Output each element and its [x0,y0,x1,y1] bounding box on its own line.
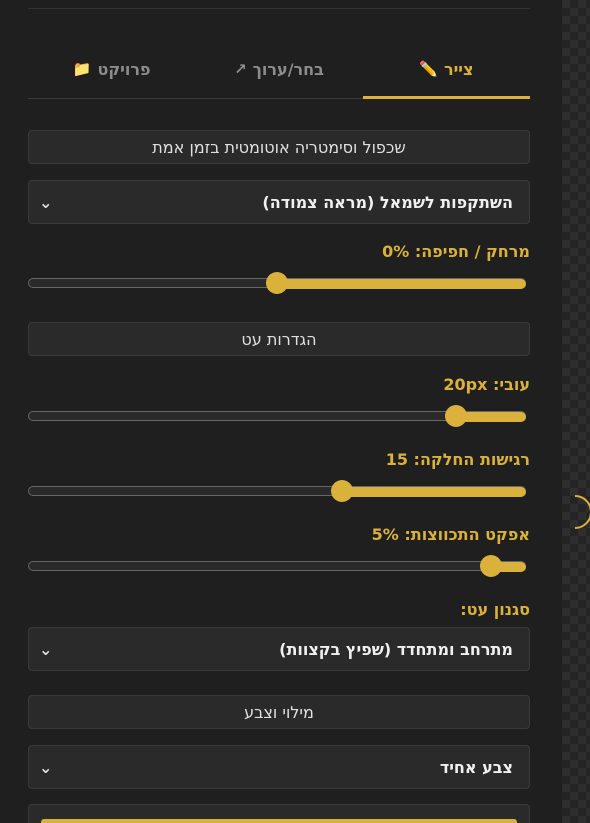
slider-thumb[interactable] [330,480,353,502]
tab-select-edit[interactable]: בחר/ערוך ↗ [195,40,362,98]
symmetry-mode-select[interactable]: השתקפות לשמאל (מראה צמודה) ⌄ [28,180,530,224]
color-swatch-box[interactable] [28,804,530,823]
slider-thumb[interactable] [480,555,503,577]
chevron-down-icon: ⌄ [39,757,53,777]
pencil-icon: ✏️ [419,60,438,78]
tab-draw-label: צייר [443,59,474,79]
tool-panel: צייר ✏️ בחר/ערוך ↗ פרויקט 📁 שכפול וסימטר… [0,0,562,823]
folder-icon: 📁 [72,60,92,78]
thickness-label: עובי: 20px [443,375,530,394]
pen-style-select[interactable]: מתרחב ומתחדד (שפיץ בקצוות) ⌄ [28,627,530,671]
slider-track [28,561,526,571]
taper-label: אפקט התכווצות: 5% [371,525,530,544]
tab-project[interactable]: פרויקט 📁 [28,40,195,98]
smoothing-slider[interactable] [28,480,526,504]
slider-thumb[interactable] [266,272,288,294]
tab-select-edit-label: בחר/ערוך [252,59,324,79]
slider-fill [277,279,526,289]
chevron-down-icon: ⌄ [39,192,53,212]
canvas-checker-background [562,0,590,823]
slider-thumb[interactable] [445,405,468,427]
symmetry-section-button[interactable]: שכפול וסימטריה אוטומטית בזמן אמת [28,130,530,164]
smoothing-label: רגישות החלקה: 15 [385,450,530,469]
fill-mode-value: צבע אחיד [439,757,513,777]
pen-style-value: מתרחב ומתחדד (שפיץ בקצוות) [279,639,513,659]
symmetry-mode-value: השתקפות לשמאל (מראה צמודה) [262,192,513,212]
slider-fill [341,487,526,497]
tab-draw[interactable]: צייר ✏️ [362,40,531,99]
distance-label: מרחק / חפיפה: 0% [382,242,530,261]
pen-style-label: סגנון עט: [460,600,530,619]
arrow-icon: ↗ [234,60,247,78]
tab-bar: צייר ✏️ בחר/ערוך ↗ פרויקט 📁 [28,40,531,99]
fill-color-button[interactable]: מילוי וצבע [28,695,530,729]
distance-slider[interactable] [28,272,526,296]
pen-settings-button[interactable]: הגדרות עט [28,322,530,356]
divider [28,8,530,9]
fill-mode-select[interactable]: צבע אחיד ⌄ [28,745,530,789]
color-swatch [41,819,517,823]
tab-project-label: פרויקט [97,59,151,79]
chevron-down-icon: ⌄ [39,639,53,659]
thickness-slider[interactable] [28,405,526,429]
taper-slider[interactable] [28,555,526,579]
